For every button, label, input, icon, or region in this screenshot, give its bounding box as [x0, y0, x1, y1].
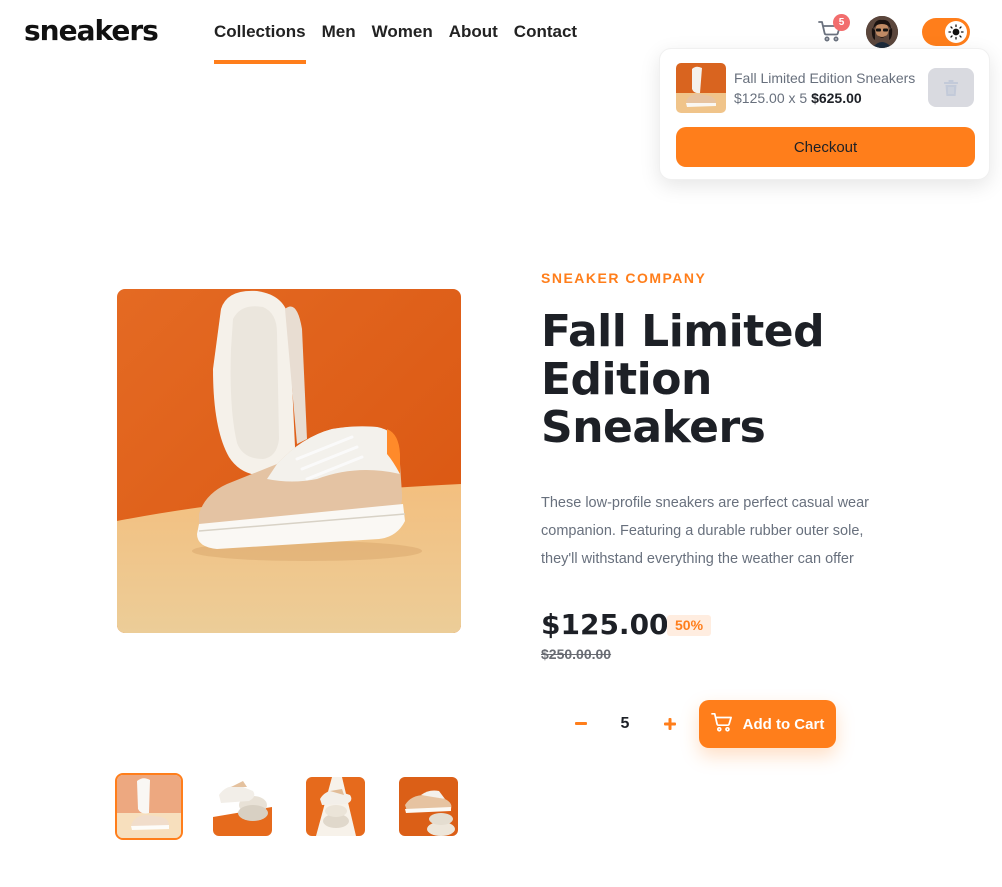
cart-dropdown: Fall Limited Edition Sneakers $125.00 x … — [659, 48, 990, 180]
thumbnail-4[interactable] — [399, 777, 458, 836]
trash-icon[interactable] — [928, 68, 974, 107]
avatar[interactable] — [866, 16, 898, 48]
nav-collections[interactable]: Collections — [214, 0, 306, 64]
original-price: $250.00.00 — [541, 646, 612, 662]
quantity-value: 5 — [620, 715, 630, 732]
cart-item-price: $125.00 x 5 $625.00 — [734, 90, 862, 106]
cart-total: $625.00 — [811, 90, 862, 106]
cart-item-thumbnail — [676, 63, 726, 113]
company-name: SNEAKER COMPANY — [541, 270, 707, 286]
nav-contact[interactable]: Contact — [514, 0, 577, 64]
logo[interactable]: sneakers — [24, 14, 159, 47]
cart-unit-price: $125.00 — [734, 90, 785, 106]
main-nav: Collections Men Women About Contact — [214, 0, 577, 64]
product-title: Fall Limited Edition Sneakers — [541, 306, 825, 453]
cart-icon — [710, 712, 733, 736]
plus-icon[interactable] — [661, 714, 679, 734]
cart-count-badge: 5 — [833, 14, 850, 31]
cart-item-name: Fall Limited Edition Sneakers — [734, 70, 916, 86]
thumbnail-3[interactable] — [306, 777, 365, 836]
nav-women[interactable]: Women — [372, 0, 433, 64]
theme-toggle[interactable] — [922, 18, 970, 46]
nav-about[interactable]: About — [449, 0, 498, 64]
add-to-cart-button[interactable]: Add to Cart — [699, 700, 836, 748]
product-page: sneakers Collections Men Women About Con… — [0, 0, 1002, 887]
discount-badge: 50% — [667, 615, 712, 636]
product-main-image[interactable] — [117, 289, 461, 633]
current-price: $125.00 — [541, 608, 669, 641]
thumbnail-2[interactable] — [213, 777, 272, 836]
cart-quantity: x 5 — [788, 90, 808, 106]
thumbnail-1[interactable] — [115, 773, 183, 840]
sun-icon — [945, 21, 967, 43]
product-description: These low-profile sneakers are perfect c… — [541, 495, 870, 567]
add-to-cart-label: Add to Cart — [742, 715, 825, 733]
minus-icon[interactable] — [572, 714, 590, 734]
checkout-button[interactable]: Checkout — [676, 127, 975, 167]
nav-men[interactable]: Men — [322, 0, 356, 64]
